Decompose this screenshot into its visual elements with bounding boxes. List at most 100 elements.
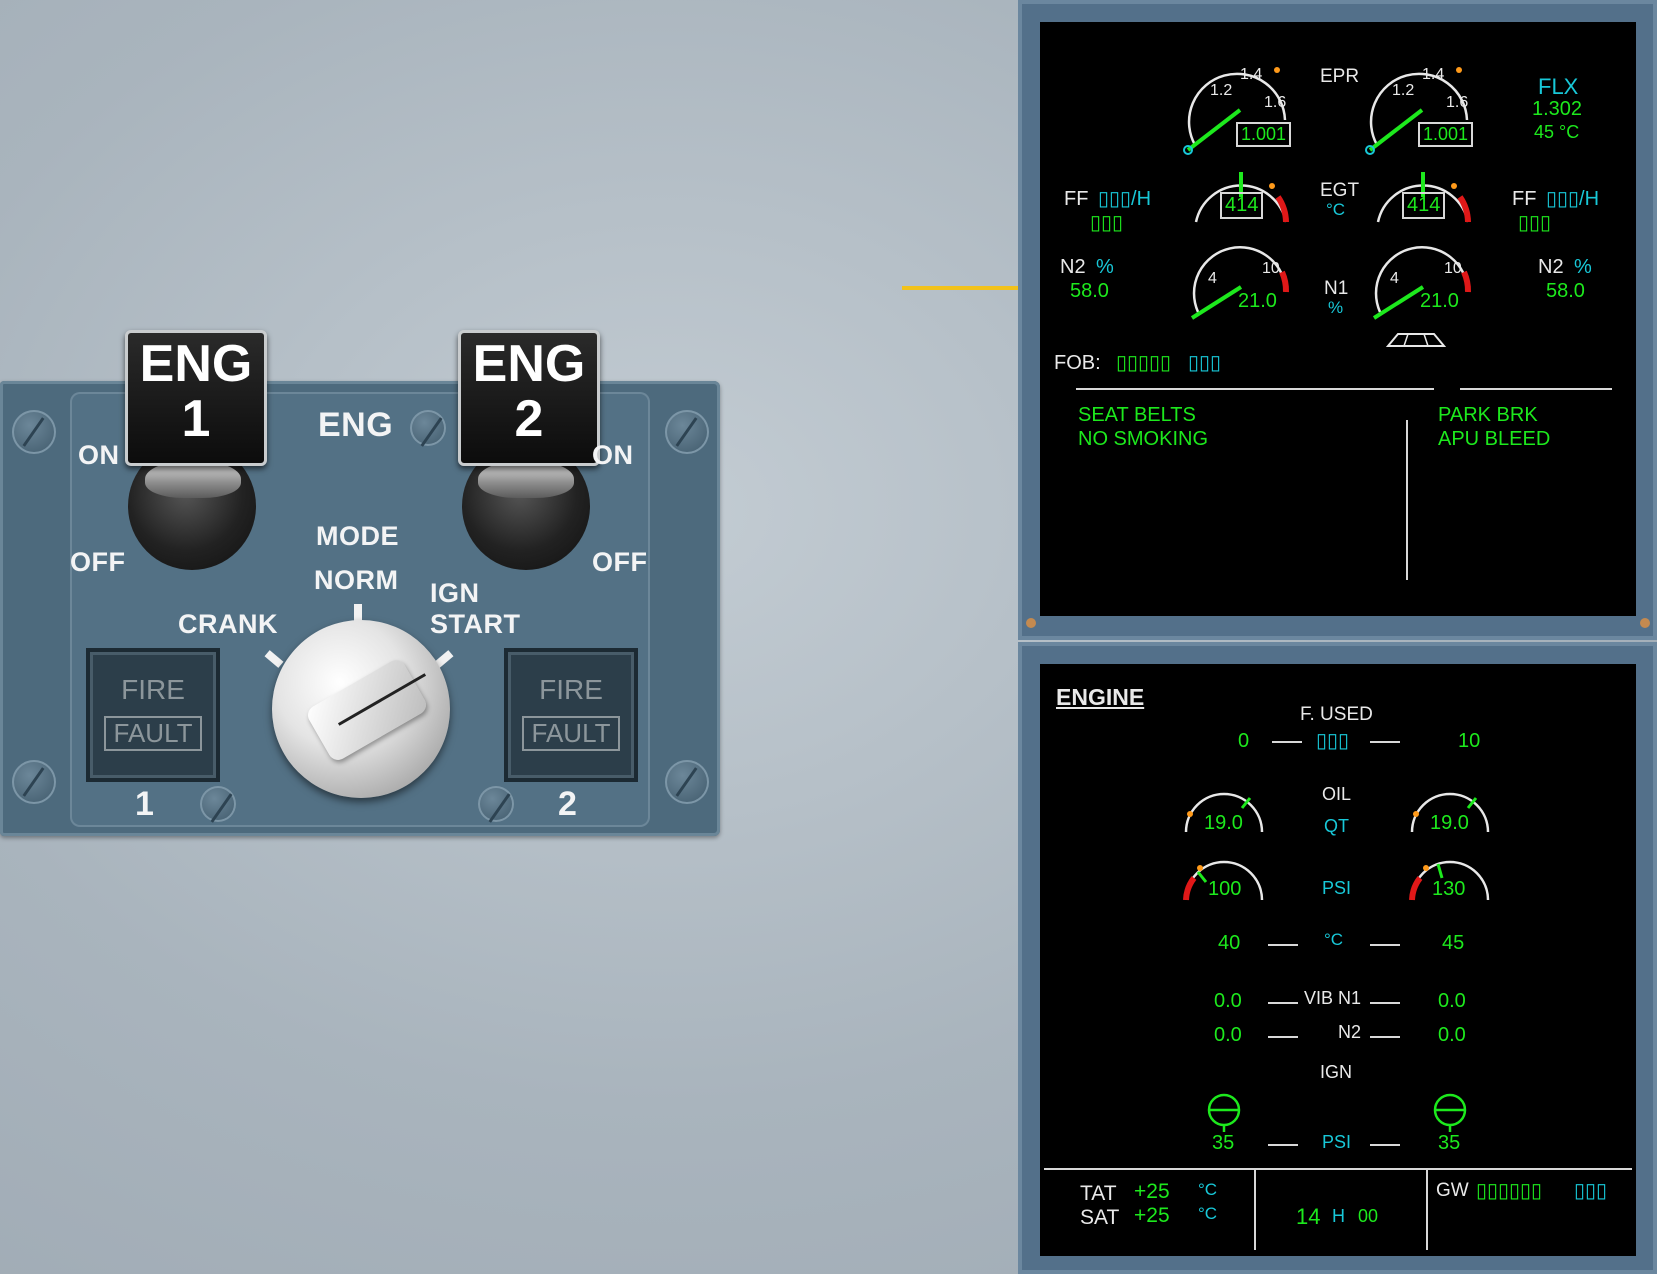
ign-psi-right-value: 35	[1438, 1132, 1461, 1154]
eng1-off-label: OFF	[70, 547, 126, 577]
n2-left-unit: %	[1096, 256, 1114, 278]
ign-psi-label: PSI	[1322, 1132, 1352, 1152]
clock-hours: 14	[1296, 1204, 1321, 1229]
gw-label: GW	[1436, 1180, 1469, 1201]
n1-right-scale-4: 4	[1390, 270, 1399, 287]
n1-unit: %	[1328, 298, 1344, 317]
upper-ecam-screw-left	[1026, 618, 1036, 628]
epr-right-scale-1-4: 1.4	[1422, 66, 1445, 83]
ign-psi-left-value: 35	[1212, 1132, 1235, 1154]
egt-right-value: 414	[1402, 192, 1446, 219]
eng2-fire-text: FIRE	[539, 674, 603, 705]
memo-divider	[1406, 420, 1408, 580]
fused-right-value: 10	[1458, 730, 1481, 752]
fob-unit: ▯▯▯	[1188, 352, 1222, 374]
vib-n1-label: VIB N1	[1304, 988, 1362, 1008]
n1-gauge-right	[1372, 246, 1471, 320]
vib-n1-dash-left	[1268, 1002, 1298, 1004]
oil-temp-left-value: 40	[1218, 932, 1241, 954]
ign-valve-left-icon	[1207, 1093, 1241, 1132]
tat-unit: °C	[1198, 1180, 1218, 1199]
crank-label: CRANK	[178, 609, 278, 639]
ff-right-value: ▯▯▯	[1518, 212, 1552, 234]
panel-screw-bottom-right	[665, 760, 709, 804]
vib-n2-dash-right	[1370, 1036, 1400, 1038]
norm-label: NORM	[314, 565, 399, 595]
memo-park-brk: PARK BRK	[1438, 404, 1538, 426]
eng2-cap-number: 2	[514, 389, 544, 448]
mode-label: MODE	[316, 521, 399, 551]
flx-label: FLX	[1538, 74, 1579, 99]
flaps-indicator	[1385, 333, 1447, 347]
vib-n1-left-value: 0.0	[1214, 990, 1242, 1012]
sat-label: SAT	[1080, 1206, 1120, 1229]
upper-ecam-display: 1.2 1.4 1.6 1.2 1.4 1.6 1.001 1.001 EPR …	[1040, 22, 1636, 616]
panel-screw-bottom-center-left	[200, 786, 236, 822]
epr-left-scale-1-6: 1.6	[1264, 94, 1287, 111]
panel-screw-top-center	[410, 410, 446, 446]
lower-ecam-display: ENGINE F. USED 0 ▯▯▯ 10 OIL QT 19.0 19.0…	[1040, 664, 1636, 1256]
eng1-fire-text: FIRE	[121, 674, 185, 705]
panel-screw-top-right	[665, 410, 709, 454]
ff-left-unit: ▯▯▯/H	[1098, 188, 1152, 210]
oil-temp-unit: °C	[1324, 930, 1344, 949]
ign-start-label-line2: START	[430, 609, 521, 639]
fused-label: F. USED	[1300, 704, 1373, 725]
eng2-off-label: OFF	[592, 547, 648, 577]
n1-left-scale-4: 4	[1208, 270, 1217, 287]
oil-qt-label: QT	[1324, 816, 1349, 836]
sd-bottom-divider-right	[1426, 1170, 1428, 1250]
n1-right-scale-10: 10	[1444, 260, 1462, 277]
ign-valve-right-icon	[1433, 1093, 1467, 1132]
flx-epr-value: 1.302	[1532, 98, 1583, 120]
fob-value: ▯▯▯▯▯	[1116, 352, 1172, 374]
panel-title: ENG	[318, 406, 394, 444]
ff-left-label: FF	[1064, 188, 1089, 210]
fob-label: FOB:	[1054, 352, 1101, 374]
upper-ecam-screw-right	[1640, 618, 1650, 628]
oil-psi-right-value: 130	[1432, 878, 1466, 900]
eng2-master-switch[interactable]: ENG 2	[458, 330, 600, 466]
vib-n2-label: N2	[1338, 1022, 1362, 1042]
n1-label: N1	[1324, 278, 1349, 299]
oil-qt-left-value: 19.0	[1204, 812, 1243, 834]
clock-minutes: 00	[1358, 1206, 1379, 1226]
eng1-cap-number: 1	[181, 389, 211, 448]
vib-n1-dash-right	[1370, 1002, 1400, 1004]
epr-right-scale-1-2: 1.2	[1392, 82, 1415, 99]
eng1-on-label: ON	[78, 440, 120, 470]
fused-left-value: 0	[1238, 730, 1250, 752]
oil-temp-right-value: 45	[1442, 932, 1465, 954]
egt-left-value: 414	[1220, 192, 1264, 219]
n1-left-value: 21.0	[1238, 290, 1277, 312]
tat-label: TAT	[1080, 1182, 1117, 1205]
n2-left-label: N2	[1060, 256, 1086, 278]
ff-left-value: ▯▯▯	[1090, 212, 1124, 234]
panel-screw-bottom-center-right	[478, 786, 514, 822]
ign-psi-dash-right	[1370, 1144, 1400, 1146]
mode-selector-pointer	[304, 656, 430, 764]
oil-qt-right-value: 19.0	[1430, 812, 1469, 834]
vib-n2-right-value: 0.0	[1438, 1024, 1466, 1046]
n1-right-value: 21.0	[1420, 290, 1459, 312]
memo-separator-left	[1076, 388, 1434, 390]
fused-unit: ▯▯▯	[1316, 730, 1350, 752]
memo-no-smoking: NO SMOKING	[1078, 428, 1209, 450]
clock-h-label: H	[1332, 1206, 1345, 1226]
mode-selector-knob[interactable]	[272, 620, 450, 798]
memo-apu-bleed: APU BLEED	[1438, 428, 1551, 450]
eng2-fire-fault-light: FIRE FAULT	[504, 648, 638, 782]
egt-unit: °C	[1326, 200, 1346, 219]
epr-right-scale-1-6: 1.6	[1446, 94, 1469, 111]
oil-psi-label: PSI	[1322, 878, 1352, 898]
egt-label: EGT	[1320, 180, 1360, 201]
memo-seat-belts: SEAT BELTS	[1078, 404, 1196, 426]
eng1-master-switch[interactable]: ENG 1	[125, 330, 267, 466]
ff-right-label: FF	[1512, 188, 1537, 210]
epr-left-scale-1-2: 1.2	[1210, 82, 1233, 99]
ign-start-label-line1: IGN	[430, 578, 480, 608]
gw-value: ▯▯▯▯▯▯	[1476, 1180, 1543, 1202]
oil-label: OIL	[1322, 784, 1352, 804]
sat-unit: °C	[1198, 1204, 1218, 1223]
vib-n1-right-value: 0.0	[1438, 990, 1466, 1012]
